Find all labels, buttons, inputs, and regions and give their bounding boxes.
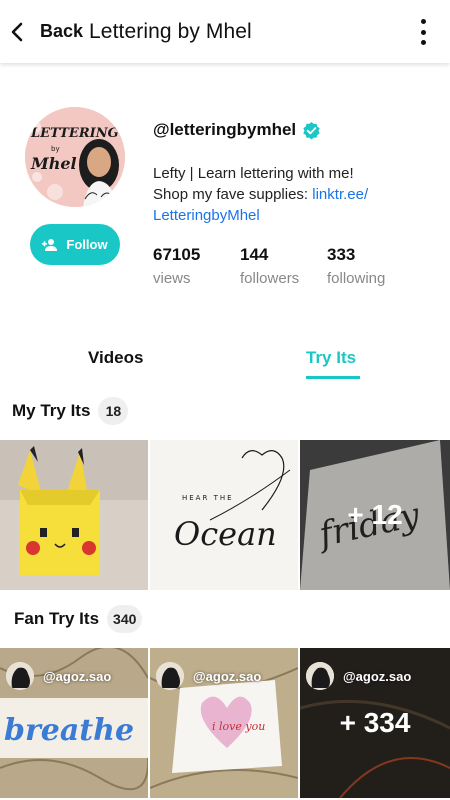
bio-link-continued[interactable]: LetteringbyMhel <box>153 207 260 224</box>
stat-views-label: views <box>153 270 191 287</box>
love-art-text: i love you <box>212 720 265 733</box>
stat-views: 67105 views <box>153 245 200 287</box>
top-bar: Back Lettering by Mhel <box>0 0 450 63</box>
follow-button[interactable]: Follow <box>30 224 120 265</box>
profile-tabs: Videos Try Its <box>0 348 450 384</box>
fan-user[interactable]: @agoz.sao <box>156 662 261 690</box>
my-try-it-tile[interactable] <box>0 440 148 590</box>
fan-avatar <box>156 662 184 690</box>
fan-try-it-tile[interactable]: i love you @agoz.sao <box>150 648 298 798</box>
fan-username: @agoz.sao <box>43 668 112 684</box>
stat-following-value: 333 <box>327 245 356 264</box>
profile-handle: @letteringbymhel <box>153 120 297 139</box>
stat-following[interactable]: 333 following <box>327 245 385 287</box>
avatar-lettering-top: LETTERING <box>30 126 119 141</box>
fan-user[interactable]: @agoz.sao <box>6 662 111 690</box>
back-label: Back <box>40 21 84 41</box>
fan-avatar <box>306 662 334 690</box>
fan-try-its-title: Fan Try Its <box>14 609 100 628</box>
my-try-its-header: My Try Its 18 <box>12 397 129 425</box>
profile-bio: Lefty | Learn lettering with me! Shop my… <box>153 163 433 226</box>
more-options-icon[interactable] <box>414 19 432 45</box>
stat-following-label: following <box>327 270 386 287</box>
tab-try-its[interactable]: Try Its <box>306 348 356 368</box>
my-try-its-grid: HEAR THE Ocean friday + 12 <box>0 440 450 590</box>
my-try-its-title: My Try Its <box>12 401 91 420</box>
fan-try-its-header: Fan Try Its 340 <box>14 605 143 633</box>
stat-followers-label: followers <box>240 270 300 287</box>
bio-line-2-text: Shop my fave supplies: <box>153 186 313 203</box>
fan-try-its-count: 340 <box>107 605 143 633</box>
fan-username: @agoz.sao <box>343 668 412 684</box>
stat-followers-value: 144 <box>240 245 269 264</box>
more-tiles-count: + 12 <box>300 440 450 590</box>
follow-label: Follow <box>66 237 108 252</box>
my-try-its-count: 18 <box>98 397 129 425</box>
bio-line-1: Lefty | Learn lettering with me! <box>153 165 354 182</box>
profile-handle-row: @letteringbymhel <box>153 120 321 140</box>
stat-views-value: 67105 <box>153 245 201 264</box>
avatar-image: LETTERING by Mhel <box>25 107 125 207</box>
bio-link[interactable]: linktr.ee/ <box>312 186 368 203</box>
my-try-it-tile-more[interactable]: friday + 12 <box>300 440 450 590</box>
ocean-art-small-text: HEAR THE <box>182 494 234 502</box>
avatar[interactable]: LETTERING by Mhel <box>25 107 125 207</box>
bio-line-2: Shop my fave supplies: linktr.ee/ <box>153 184 433 205</box>
fan-try-its-grid: breathe @agoz.sao i love you @agoz.sao +… <box>0 648 450 798</box>
fan-try-it-tile-more[interactable]: + 334 @agoz.sao <box>300 648 450 798</box>
active-tab-indicator <box>306 376 360 379</box>
verified-badge-icon <box>303 121 320 140</box>
breathe-art-text: breathe <box>4 713 134 748</box>
pikachu-origami-image <box>0 440 148 590</box>
fan-user[interactable]: @agoz.sao <box>306 662 411 690</box>
my-try-it-tile[interactable]: HEAR THE Ocean <box>150 440 298 590</box>
add-user-icon <box>42 238 58 251</box>
fan-avatar <box>6 662 34 690</box>
fan-username: @agoz.sao <box>193 668 262 684</box>
ocean-art-script-text: Ocean <box>174 515 277 553</box>
stat-followers[interactable]: 144 followers <box>240 245 299 287</box>
back-button[interactable]: Back <box>0 0 83 63</box>
tab-videos[interactable]: Videos <box>88 348 143 368</box>
fan-try-it-tile[interactable]: breathe @agoz.sao <box>0 648 148 798</box>
chevron-left-icon <box>11 22 23 41</box>
avatar-lettering-by: by <box>51 145 60 153</box>
page-title: Lettering by Mhel <box>89 19 252 43</box>
ocean-lettering-image: HEAR THE Ocean <box>150 440 298 590</box>
avatar-lettering-name: Mhel <box>30 154 77 173</box>
